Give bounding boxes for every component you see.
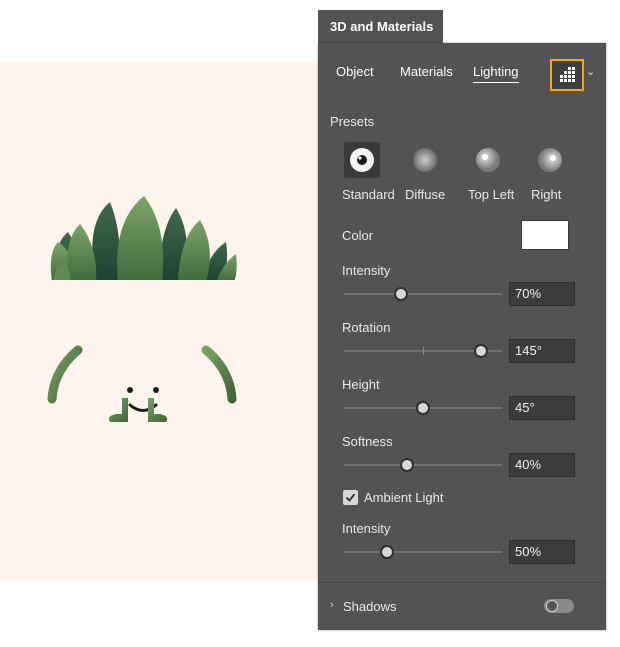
rotation-label: Rotation xyxy=(342,320,391,335)
ambient-light-label[interactable]: Ambient Light xyxy=(364,490,444,505)
color-label: Color xyxy=(342,228,374,243)
preset-right[interactable] xyxy=(532,142,568,178)
softness-slider-thumb[interactable] xyxy=(400,458,415,472)
preset-top-left[interactable] xyxy=(470,142,506,178)
succulent-character-illustration[interactable] xyxy=(40,192,260,432)
preset-standard[interactable] xyxy=(344,142,380,178)
ambient-intensity-slider-thumb[interactable] xyxy=(379,545,394,559)
light-grid-button[interactable] xyxy=(550,59,584,91)
preset-right-label: Right xyxy=(531,187,562,202)
shadows-toggle-knob xyxy=(546,600,558,612)
ambient-intensity-slider[interactable] xyxy=(344,545,502,559)
rotation-field[interactable]: 145° xyxy=(509,339,575,363)
preset-standard-label: Standard xyxy=(342,187,395,202)
height-slider[interactable] xyxy=(344,401,502,415)
tab-object[interactable]: Object xyxy=(336,64,374,79)
stage: 3D and Materials Object Materials Lighti… xyxy=(0,0,620,647)
light-sphere-top-left-icon xyxy=(476,148,500,172)
presets-heading: Presets xyxy=(330,114,375,129)
color-swatch[interactable] xyxy=(521,220,569,250)
light-sphere-diffuse-icon xyxy=(413,148,437,172)
artboard xyxy=(0,62,330,580)
preset-top-left-label: Top Left xyxy=(468,187,515,202)
intensity-label: Intensity xyxy=(342,263,391,278)
chevron-down-icon[interactable]: ⌄ xyxy=(586,65,595,78)
rotation-slider-thumb[interactable] xyxy=(474,344,489,358)
rotation-slider[interactable] xyxy=(344,344,502,358)
panel-tabs: Object Materials Lighting ⌄ xyxy=(318,43,606,99)
height-label: Height xyxy=(342,377,380,392)
preset-diffuse-label: Diffuse xyxy=(405,187,446,202)
tab-lighting[interactable]: Lighting xyxy=(473,64,519,83)
height-slider-thumb[interactable] xyxy=(416,401,430,415)
ambient-light-checkbox[interactable] xyxy=(343,490,358,505)
tab-materials[interactable]: Materials xyxy=(400,64,453,79)
intensity-slider-thumb[interactable] xyxy=(393,287,408,301)
ambient-intensity-field[interactable]: 50% xyxy=(509,540,575,564)
chevron-right-icon[interactable]: › xyxy=(330,599,334,611)
preset-diffuse[interactable] xyxy=(407,142,443,178)
rotation-center-tick xyxy=(423,347,424,355)
shadows-toggle[interactable] xyxy=(544,599,574,613)
light-grid-icon xyxy=(557,66,577,84)
softness-label: Softness xyxy=(342,434,393,449)
section-divider xyxy=(318,582,606,583)
light-sphere-right-icon xyxy=(538,148,562,172)
3d-materials-panel: Object Materials Lighting ⌄ Presets Stan… xyxy=(318,43,606,630)
softness-slider[interactable] xyxy=(344,458,502,472)
panel-title-tab[interactable]: 3D and Materials xyxy=(318,10,443,44)
shadows-label: Shadows xyxy=(343,599,397,614)
checkmark-icon xyxy=(345,493,356,502)
intensity-slider[interactable] xyxy=(344,287,502,301)
intensity-field[interactable]: 70% xyxy=(509,282,575,306)
softness-field[interactable]: 40% xyxy=(509,453,575,477)
light-sphere-standard-icon xyxy=(350,148,374,172)
ambient-intensity-label: Intensity xyxy=(342,521,391,536)
height-field[interactable]: 45° xyxy=(509,396,575,420)
